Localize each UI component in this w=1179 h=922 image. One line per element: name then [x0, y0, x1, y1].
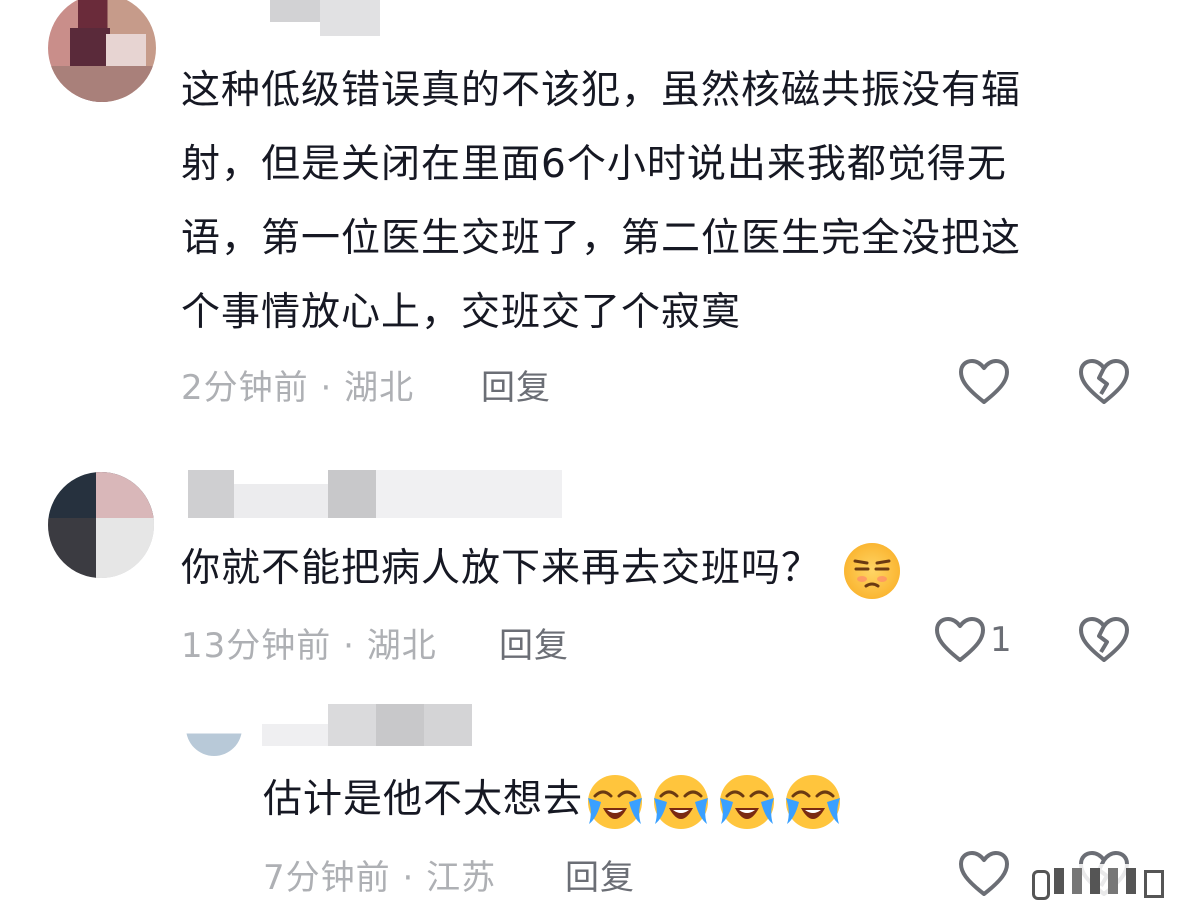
comment-text-line: 估计是他不太想去 [263, 777, 584, 822]
avatar-mosaic-block [96, 518, 154, 578]
avatar[interactable] [48, 472, 154, 578]
reply-button[interactable]: 回复 [499, 618, 569, 667]
comment-text-line: 射，但是关闭在里面6个小时说出来我都觉得无 [181, 142, 1007, 187]
comment-time: 7分钟前 [263, 858, 391, 898]
reply-button[interactable]: 回复 [481, 360, 551, 409]
comment-meta: 7分钟前 · 江苏 [263, 850, 496, 899]
meta-separator: · [402, 858, 415, 898]
loudly-crying-face-icon [654, 774, 709, 829]
unamused-face-icon [844, 542, 901, 599]
avatar-mosaic-block [70, 28, 110, 68]
avatar[interactable] [186, 700, 242, 756]
comment-meta: 2分钟前 · 湖北 [181, 360, 414, 409]
avatar-mosaic-block [48, 518, 96, 578]
emoji-group [583, 774, 843, 829]
like-heart-icon[interactable] [934, 616, 986, 664]
comment-text: 这种低级错误真的不该犯，虽然核磁共振没有辐 射，但是关闭在里面6个小时说出来我都… [181, 54, 1141, 350]
comment-location: 江苏 [426, 858, 497, 898]
avatar[interactable] [48, 0, 156, 102]
comment-text: 你就不能把病人放下来再去交班吗？ [181, 532, 981, 606]
meta-separator: · [343, 626, 355, 666]
watermark-strip [1010, 864, 1170, 900]
avatar-mosaic-block [96, 472, 154, 518]
like-count: 1 [990, 620, 1012, 660]
loudly-crying-face-icon [588, 774, 643, 829]
reply-button[interactable]: 回复 [565, 850, 635, 899]
comment-time: 2分钟前 [181, 368, 309, 408]
comment-time: 13分钟前 [181, 626, 332, 666]
comment-location: 湖北 [366, 626, 437, 666]
username-mosaic[interactable] [270, 0, 380, 36]
username-mosaic[interactable] [262, 704, 482, 746]
comment-text-line: 个事情放心上，交班交了个寂寞 [181, 290, 742, 335]
dislike-broken-heart-icon[interactable] [1078, 358, 1130, 406]
avatar-mosaic-block [48, 66, 156, 102]
comment-text: 估计是他不太想去 [263, 763, 1083, 837]
comment-text-line: 你就不能把病人放下来再去交班吗？ [181, 546, 822, 591]
like-heart-icon[interactable] [958, 358, 1010, 406]
username-mosaic[interactable] [188, 470, 608, 518]
meta-separator: · [320, 368, 333, 408]
loudly-crying-face-icon [786, 774, 841, 829]
loudly-crying-face-icon [720, 774, 775, 829]
comment-text-line: 这种低级错误真的不该犯，虽然核磁共振没有辐 [181, 68, 1022, 113]
dislike-broken-heart-icon[interactable] [1078, 616, 1130, 664]
like-heart-icon[interactable] [958, 850, 1010, 898]
comment-meta: 13分钟前 · 湖北 [181, 618, 437, 667]
comment-text-line: 语，第一位医生交班了，第二位医生完全没把这 [181, 216, 1022, 261]
comment-location: 湖北 [344, 368, 415, 408]
